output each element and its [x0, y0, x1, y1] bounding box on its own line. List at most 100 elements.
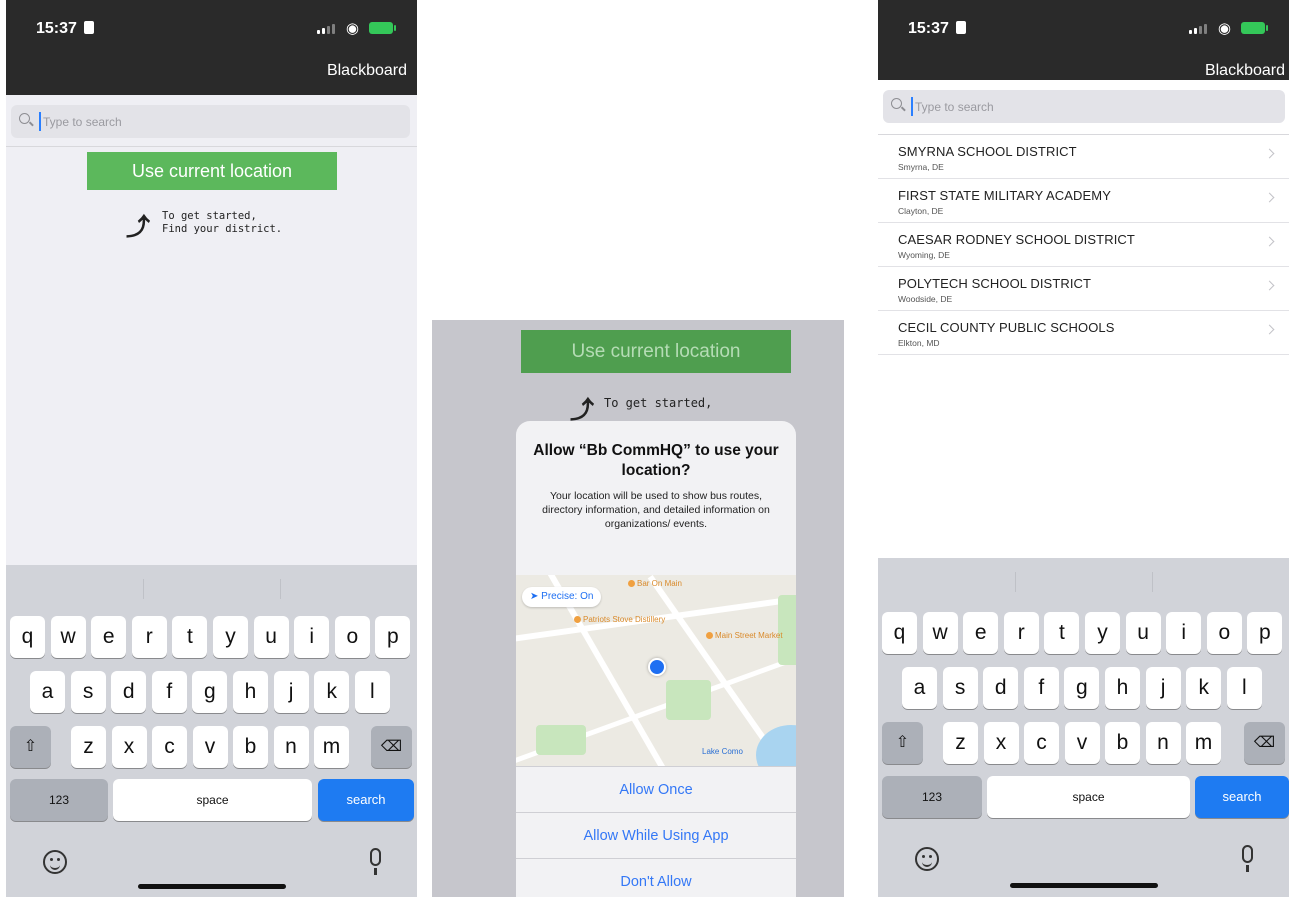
keyboard: qwertyuiop asdfghjkl zxcvbnm ⇧ ⌫ 123 space…: [878, 558, 1289, 897]
key-x[interactable]: x: [983, 722, 1019, 764]
key-g[interactable]: g: [1064, 667, 1100, 709]
key-h[interactable]: h: [1105, 667, 1140, 709]
key-b[interactable]: b: [1105, 722, 1140, 764]
key-e[interactable]: e: [91, 616, 127, 658]
district-row[interactable]: CECIL COUNTY PUBLIC SCHOOLS Elkton, MD: [878, 311, 1289, 355]
key-p[interactable]: p: [1247, 612, 1283, 654]
brand-title: Blackboard: [1204, 62, 1285, 79]
key-a[interactable]: a: [902, 667, 937, 709]
numbers-key[interactable]: 123: [10, 779, 108, 821]
key-r[interactable]: r: [131, 616, 167, 658]
key-f[interactable]: f: [1023, 667, 1059, 709]
signal-icon: [1189, 24, 1207, 34]
search-field[interactable]: [883, 90, 1285, 123]
search-key[interactable]: search: [318, 779, 414, 821]
key-c[interactable]: c: [152, 726, 187, 768]
brand-title: Blackboard: [326, 62, 407, 79]
use-current-location-button[interactable]: Use current location: [87, 152, 337, 190]
key-s[interactable]: s: [942, 667, 978, 709]
key-a[interactable]: a: [30, 671, 65, 713]
key-n[interactable]: n: [1145, 722, 1181, 764]
key-w[interactable]: w: [922, 612, 958, 654]
district-row[interactable]: SMYRNA SCHOOL DISTRICT Smyrna, DE: [878, 135, 1289, 179]
alert-message: Your location will be used to show bus r…: [542, 490, 770, 530]
hint-line-1: To get started,: [162, 210, 257, 222]
space-key[interactable]: space: [987, 776, 1190, 818]
map-poi-4: Lake Como: [702, 747, 743, 756]
key-q[interactable]: q: [10, 616, 45, 658]
alert-title: Allow “Bb CommHQ” to use your location?: [533, 442, 779, 479]
key-t[interactable]: t: [1044, 612, 1080, 654]
key-o[interactable]: o: [334, 616, 370, 658]
key-s[interactable]: s: [70, 671, 106, 713]
text-cursor: [39, 112, 41, 131]
allow-once-button[interactable]: Allow Once: [516, 766, 796, 812]
battery-icon: [1241, 22, 1268, 34]
key-z[interactable]: z: [943, 722, 978, 764]
key-m[interactable]: m: [1186, 722, 1221, 764]
shift-key[interactable]: ⇧: [10, 726, 51, 768]
shift-key[interactable]: ⇧: [882, 722, 923, 764]
key-e[interactable]: e: [963, 612, 999, 654]
key-j[interactable]: j: [273, 671, 309, 713]
key-j[interactable]: j: [1145, 667, 1181, 709]
key-d[interactable]: d: [983, 667, 1019, 709]
key-w[interactable]: w: [50, 616, 86, 658]
key-b[interactable]: b: [233, 726, 268, 768]
key-f[interactable]: f: [151, 671, 187, 713]
emoji-icon[interactable]: [915, 847, 939, 871]
precise-toggle[interactable]: ➤ Precise: On: [522, 587, 602, 607]
microphone-icon[interactable]: [370, 848, 381, 875]
search-input[interactable]: [43, 105, 363, 138]
district-name: CAESAR RODNEY SCHOOL DISTRICT: [898, 232, 1135, 247]
key-v[interactable]: v: [192, 726, 228, 768]
key-i[interactable]: i: [1166, 612, 1202, 654]
microphone-icon[interactable]: [1242, 845, 1253, 872]
search-key[interactable]: search: [1195, 776, 1289, 818]
numbers-key[interactable]: 123: [882, 776, 982, 818]
search-field[interactable]: [11, 105, 410, 138]
key-t[interactable]: t: [172, 616, 208, 658]
key-r[interactable]: r: [1003, 612, 1039, 654]
key-y[interactable]: y: [213, 616, 248, 658]
search-input[interactable]: [915, 90, 1237, 123]
key-u[interactable]: u: [253, 616, 289, 658]
location-permission-alert: Allow “Bb CommHQ” to use your location? …: [516, 421, 796, 897]
key-z[interactable]: z: [71, 726, 106, 768]
backspace-key[interactable]: ⌫: [1244, 722, 1285, 764]
key-l[interactable]: l: [354, 671, 390, 713]
screen-district-results: 15:37 ◉ Blackboard SMYRNA SCHOOL DISTRIC…: [878, 0, 1289, 897]
key-i[interactable]: i: [294, 616, 330, 658]
key-l[interactable]: l: [1226, 667, 1262, 709]
key-q[interactable]: q: [882, 612, 917, 654]
key-x[interactable]: x: [111, 726, 147, 768]
dont-allow-button[interactable]: Don't Allow: [516, 858, 796, 897]
key-d[interactable]: d: [111, 671, 147, 713]
district-row[interactable]: POLYTECH SCHOOL DISTRICT Woodside, DE: [878, 267, 1289, 311]
backspace-key[interactable]: ⌫: [371, 726, 412, 768]
hint-partial: To get started,: [604, 396, 713, 410]
district-name: FIRST STATE MILITARY ACADEMY: [898, 188, 1112, 203]
key-m[interactable]: m: [314, 726, 349, 768]
key-k[interactable]: k: [314, 671, 350, 713]
home-indicator[interactable]: [1010, 883, 1158, 888]
key-k[interactable]: k: [1186, 667, 1222, 709]
key-h[interactable]: h: [233, 671, 268, 713]
district-list: SMYRNA SCHOOL DISTRICT Smyrna, DE FIRST ST…: [878, 135, 1289, 355]
signal-icon: [317, 24, 335, 34]
key-o[interactable]: o: [1206, 612, 1242, 654]
chevron-right-icon: [1264, 324, 1275, 335]
key-v[interactable]: v: [1064, 722, 1100, 764]
key-p[interactable]: p: [375, 616, 411, 658]
space-key[interactable]: space: [113, 779, 312, 821]
key-u[interactable]: u: [1125, 612, 1161, 654]
emoji-icon[interactable]: [43, 850, 67, 874]
key-y[interactable]: y: [1085, 612, 1120, 654]
home-indicator[interactable]: [138, 884, 286, 889]
district-row[interactable]: FIRST STATE MILITARY ACADEMY Clayton, DE: [878, 179, 1289, 223]
allow-while-using-button[interactable]: Allow While Using App: [516, 812, 796, 858]
district-row[interactable]: CAESAR RODNEY SCHOOL DISTRICT Wyoming, DE: [878, 223, 1289, 267]
key-g[interactable]: g: [192, 671, 228, 713]
key-c[interactable]: c: [1024, 722, 1059, 764]
key-n[interactable]: n: [273, 726, 309, 768]
